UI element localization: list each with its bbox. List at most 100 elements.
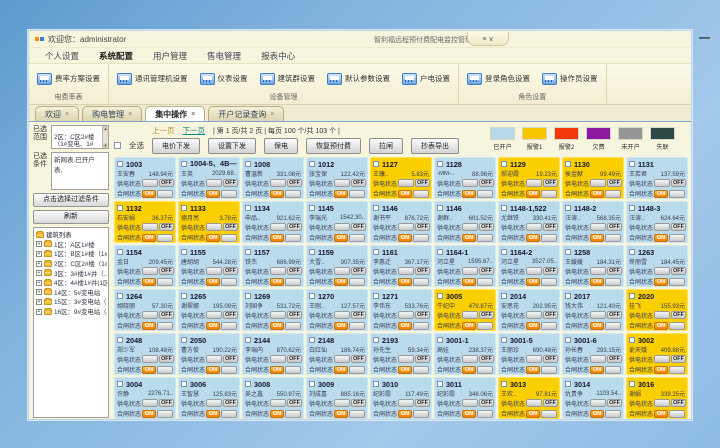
switch-off-button[interactable] <box>477 190 493 198</box>
switch-on-button[interactable]: ON <box>590 234 604 242</box>
select-all-checkbox[interactable] <box>114 142 121 149</box>
room-card[interactable]: 1146 谢群.. 601.52元 供电状态 OFF 合闸状态 ON <box>434 201 496 243</box>
switch-off-button[interactable] <box>605 322 621 330</box>
switch-off-button[interactable] <box>349 366 365 374</box>
switch-off-button[interactable] <box>221 234 237 242</box>
tab-close-icon[interactable]: × <box>128 111 132 118</box>
supply-off-button[interactable]: OFF <box>415 179 430 187</box>
room-checkbox[interactable] <box>181 161 187 167</box>
room-card[interactable]: 3014 仇贵争 1103.54.. 供电状态 OFF 合闸状态 ON <box>562 377 624 419</box>
switch-on-button[interactable]: ON <box>462 322 476 330</box>
ribbon-button-2-5[interactable]: 户电设置 <box>402 73 450 85</box>
switch-on-button[interactable]: ON <box>654 234 668 242</box>
supply-off-button[interactable]: OFF <box>479 399 494 407</box>
switch-off-button[interactable] <box>349 278 365 286</box>
switch-off-button[interactable] <box>669 278 685 286</box>
switch-off-button[interactable] <box>477 410 493 418</box>
ribbon-button-1-1[interactable]: 费率方案设置 <box>37 73 100 85</box>
room-checkbox[interactable] <box>309 381 315 387</box>
room-card[interactable]: 1148-1,522 尤继铁 330.41元 供电状态 OFF 合闸状态 ON <box>498 201 560 243</box>
room-checkbox[interactable] <box>437 293 443 299</box>
room-card[interactable]: 1148-3 汪涛.. 624.64元 供电状态 OFF 合闸状态 ON <box>626 201 688 243</box>
switch-off-button[interactable] <box>669 322 685 330</box>
supply-off-button[interactable]: OFF <box>543 267 558 275</box>
ribbon-collapse-button[interactable]: ≡ ∨ <box>467 32 509 46</box>
room-card[interactable]: 3006 王智慧 125.83元 供电状态 OFF 合闸状态 ON <box>178 377 240 419</box>
switch-off-button[interactable] <box>669 366 685 374</box>
room-card[interactable]: 1161 李惠迁 367.17元 供电状态 OFF 合闸状态 ON <box>370 245 432 287</box>
supply-on-button[interactable] <box>398 267 414 275</box>
supply-off-button[interactable]: OFF <box>671 267 686 275</box>
switch-off-button[interactable] <box>285 278 301 286</box>
room-checkbox[interactable] <box>245 161 251 167</box>
supply-off-button[interactable]: OFF <box>287 179 302 187</box>
supply-off-button[interactable]: OFF <box>159 311 174 319</box>
supply-off-button[interactable]: OFF <box>415 223 430 231</box>
supply-off-button[interactable]: OFF <box>287 223 302 231</box>
switch-off-button[interactable] <box>605 234 621 242</box>
switch-on-button[interactable]: ON <box>206 190 220 198</box>
room-checkbox[interactable] <box>565 293 571 299</box>
switch-on-button[interactable]: ON <box>526 190 540 198</box>
supply-on-button[interactable] <box>334 267 350 275</box>
room-card[interactable]: 1012 张宝保 122.42元 供电状态 OFF 合闸状态 ON <box>306 157 368 199</box>
switch-on-button[interactable]: ON <box>526 234 540 242</box>
supply-on-button[interactable] <box>398 179 414 187</box>
switch-on-button[interactable]: ON <box>270 322 284 330</box>
expand-icon[interactable]: + <box>36 299 42 305</box>
scroll-down-icon[interactable]: ▼ <box>103 143 108 148</box>
supply-off-button[interactable]: OFF <box>287 267 302 275</box>
supply-off-button[interactable]: OFF <box>607 355 622 363</box>
next-page-link[interactable]: 下一页 <box>183 125 206 136</box>
switch-off-button[interactable] <box>477 278 493 286</box>
room-card[interactable]: 2144 李瑞内 870.62元 供电状态 OFF 合闸状态 ON <box>242 333 304 375</box>
room-card[interactable]: 3013 王欢.. 97.81元 供电状态 OFF 合闸状态 ON <box>498 377 560 419</box>
switch-off-button[interactable] <box>349 190 365 198</box>
switch-on-button[interactable]: ON <box>462 410 476 418</box>
expand-icon[interactable]: + <box>36 270 42 276</box>
switch-on-button[interactable]: ON <box>142 234 156 242</box>
supply-on-button[interactable] <box>142 399 158 407</box>
selected-range-listbox[interactable]: 2区：C区2#楼 （1#变电、1# 泵电、/C2… ▲▼ <box>51 125 109 149</box>
room-checkbox[interactable] <box>437 249 443 255</box>
expand-icon[interactable]: + <box>36 309 42 315</box>
supply-off-button[interactable]: OFF <box>479 311 494 319</box>
room-card[interactable]: 1148-2 汪涛.. 568.35元 供电状态 OFF 合闸状态 ON <box>562 201 624 243</box>
room-card[interactable]: 1132 石安娟 36.37元 供电状态 OFF 合闸状态 ON <box>114 201 176 243</box>
room-checkbox[interactable] <box>117 293 123 299</box>
supply-on-button[interactable] <box>654 355 670 363</box>
supply-on-button[interactable] <box>526 355 542 363</box>
supply-off-button[interactable]: OFF <box>479 179 494 187</box>
room-card[interactable]: 2048 郑少军 108.48元 供电状态 OFF 合闸状态 ON <box>114 333 176 375</box>
room-card[interactable]: 1134 申品.. 921.62元 供电状态 OFF 合闸状态 ON <box>242 201 304 243</box>
switch-off-button[interactable] <box>413 366 429 374</box>
supply-off-button[interactable]: OFF <box>607 223 622 231</box>
room-checkbox[interactable] <box>501 337 507 343</box>
room-card[interactable]: 1130 侯金献 99.49元 供电状态 OFF 合闸状态 ON <box>562 157 624 199</box>
refresh-button[interactable]: 刷新 <box>33 210 109 224</box>
room-checkbox[interactable] <box>565 205 571 211</box>
supply-on-button[interactable] <box>206 267 222 275</box>
room-card[interactable]: 3002 俞天娥 409.88元 供电状态 OFF 合闸状态 ON <box>626 333 688 375</box>
switch-off-button[interactable] <box>605 410 621 418</box>
room-checkbox[interactable] <box>245 249 251 255</box>
switch-off-button[interactable] <box>413 234 429 242</box>
switch-off-button[interactable] <box>221 278 237 286</box>
switch-on-button[interactable]: ON <box>654 190 668 198</box>
room-checkbox[interactable] <box>117 161 123 167</box>
room-card[interactable]: 1146 谢书平 876.72元 供电状态 OFF 合闸状态 ON <box>370 201 432 243</box>
switch-on-button[interactable]: ON <box>654 322 668 330</box>
room-checkbox[interactable] <box>373 381 379 387</box>
tab-close-icon[interactable]: × <box>191 111 195 118</box>
room-checkbox[interactable] <box>373 161 379 167</box>
tab-close-icon[interactable]: × <box>65 111 69 118</box>
switch-on-button[interactable]: ON <box>206 234 220 242</box>
room-checkbox[interactable] <box>501 161 507 167</box>
switch-off-button[interactable] <box>477 366 493 374</box>
switch-on-button[interactable]: ON <box>270 234 284 242</box>
supply-on-button[interactable] <box>590 179 606 187</box>
switch-on-button[interactable]: ON <box>526 322 540 330</box>
room-checkbox[interactable] <box>117 249 123 255</box>
switch-off-button[interactable] <box>157 278 173 286</box>
supply-off-button[interactable]: OFF <box>159 223 174 231</box>
